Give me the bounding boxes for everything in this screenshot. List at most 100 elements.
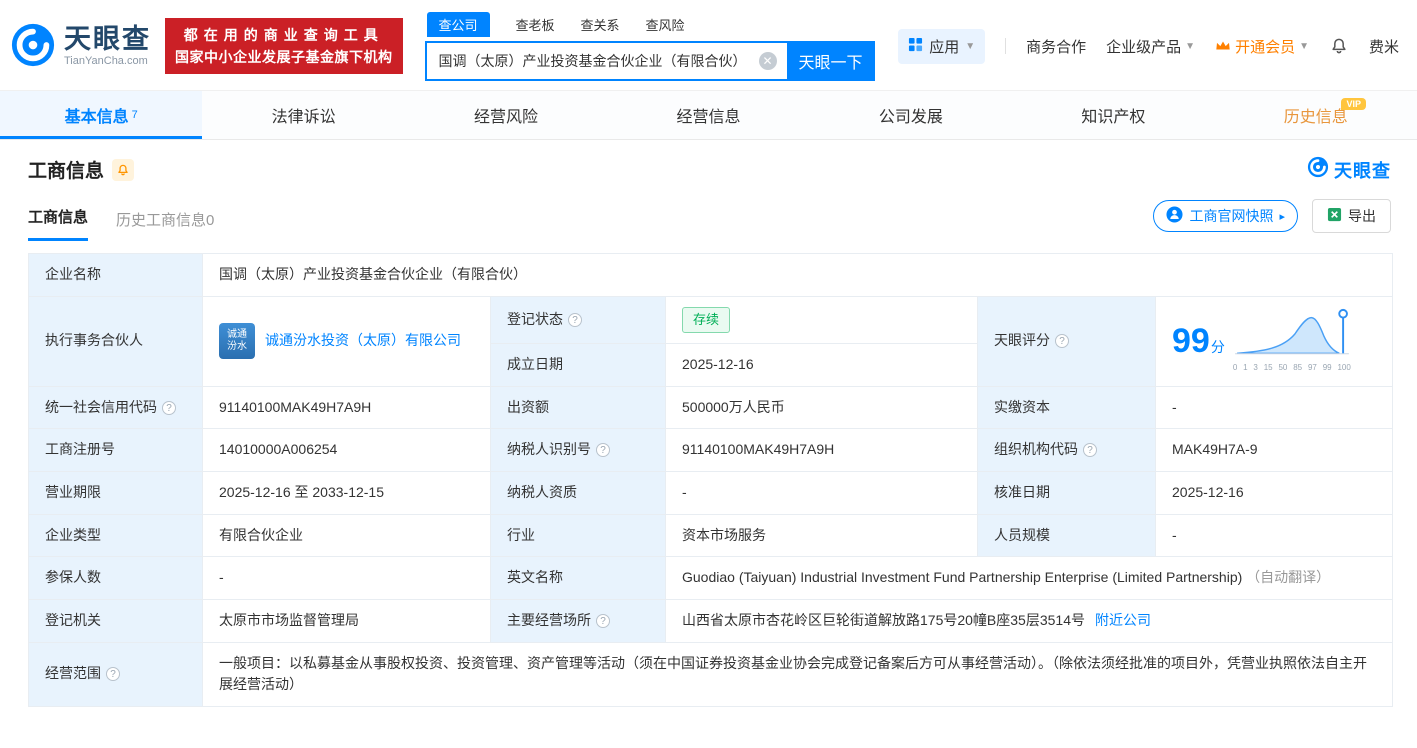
search-input[interactable] xyxy=(424,40,787,81)
subtab-business-info[interactable]: 工商信息 xyxy=(28,206,89,241)
promo-banner-line2: 国家中小企业发展子基金旗下机构 xyxy=(175,49,393,65)
subtab-history-business-info[interactable]: 历史工商信息0 xyxy=(116,209,214,241)
section-title: 工商信息 xyxy=(28,161,105,182)
help-icon[interactable]: ? xyxy=(106,667,120,682)
search-tab-boss[interactable]: 查老板 xyxy=(516,12,555,37)
help-icon[interactable]: ? xyxy=(596,443,610,458)
search-tabs: 查公司 查老板 查关系 查风险 xyxy=(426,11,875,37)
export-button[interactable]: 导出 xyxy=(1312,199,1391,233)
field-label-credit-code: 统一社会信用代码? xyxy=(28,385,203,430)
score-unit: 分 xyxy=(1210,338,1225,355)
field-value-english-name: Guodiao (Taiyuan) Industrial Investment … xyxy=(664,556,1394,600)
table-row: 营业期限 2025-12-16 至 2033-12-15 纳税人资质 - 核准日… xyxy=(28,470,1394,515)
help-icon[interactable]: ? xyxy=(162,400,176,415)
field-label-industry: 行业 xyxy=(490,513,666,558)
field-value-registration-authority: 太原市市场监督管理局 xyxy=(202,598,491,643)
person-circle-icon xyxy=(1166,206,1183,226)
field-value-executive-partner: 诚通 汾水 诚通汾水投资（太原）有限公司 xyxy=(202,295,491,387)
subtab-row: 工商信息 历史工商信息0 工商官网快照 ▸ 导出 xyxy=(0,183,1417,241)
field-label-taxpayer-qualification: 纳税人资质 xyxy=(490,470,666,515)
field-value-company-name: 国调（太原）产业投资基金合伙企业（有限合伙） xyxy=(201,253,1394,297)
table-row: 企业名称 国调（太原）产业投资基金合伙企业（有限合伙） xyxy=(28,253,1394,297)
tab-business-info-label: 经营信息 xyxy=(676,109,741,126)
field-value-approval-date: 2025-12-16 xyxy=(1154,470,1394,515)
main-nav: 基本信息 7 法律诉讼 经营风险 经营信息 公司发展 知识产权 历史信息 VIP xyxy=(0,90,1417,140)
status-badge: 存续 xyxy=(682,306,731,333)
field-value-insured-count: - xyxy=(202,556,491,600)
tianyancha-watermark-label: 天眼查 xyxy=(1334,160,1391,181)
site-header: 天眼查 TianYanCha.com 都在用的商业查询工具 国家中小企业发展子基… xyxy=(0,0,1417,90)
table-row: 统一社会信用代码? 91140100MAK49H7A9H 出资额 500000万… xyxy=(28,385,1394,430)
search-tab-risk[interactable]: 查风险 xyxy=(646,12,685,37)
official-snapshot-button[interactable]: 工商官网快照 ▸ xyxy=(1153,200,1298,232)
auto-translate-note: （自动翻译） xyxy=(1246,569,1331,586)
field-label-staff-size: 人员规模 xyxy=(977,513,1156,558)
field-label-org-code: 组织机构代码? xyxy=(977,428,1156,472)
tab-company-development[interactable]: 公司发展 xyxy=(810,91,1012,139)
tianyancha-logo[interactable]: 天眼查 TianYanCha.com xyxy=(10,22,151,71)
tab-basic-info[interactable]: 基本信息 7 xyxy=(0,91,203,139)
business-info-table: 企业名称 国调（太原）产业投资基金合伙企业（有限合伙） 执行事务合伙人 诚通 汾… xyxy=(28,253,1394,708)
field-value-business-address: 山西省太原市杏花岭区巨轮街道解放路175号20幢B座35层3514号 附近公司 xyxy=(664,598,1394,643)
tab-intellectual-property-label: 知识产权 xyxy=(1081,109,1146,126)
clear-icon[interactable]: ✕ xyxy=(758,51,777,70)
section-bell-icon[interactable] xyxy=(112,158,135,181)
field-value-industry: 资本市场服务 xyxy=(665,513,978,558)
menu-cooperation[interactable]: 商务合作 xyxy=(1026,36,1086,57)
menu-vip-label: 开通会员 xyxy=(1235,38,1296,56)
official-snapshot-label: 工商官网快照 xyxy=(1189,208,1274,224)
menu-user[interactable]: 费米 xyxy=(1369,36,1399,57)
field-label-executive-partner: 执行事务合伙人 xyxy=(28,295,203,387)
menu-cooperation-label: 商务合作 xyxy=(1026,38,1087,56)
excel-icon xyxy=(1327,207,1342,225)
tab-business-info[interactable]: 经营信息 xyxy=(607,91,809,139)
field-value-company-type: 有限合伙企业 xyxy=(202,513,491,558)
tab-legal[interactable]: 法律诉讼 xyxy=(202,91,404,139)
tab-history-info[interactable]: 历史信息 VIP xyxy=(1215,91,1417,139)
field-label-registration-status: 登记状态? xyxy=(490,295,666,344)
crown-icon xyxy=(1215,38,1231,55)
menu-enterprise[interactable]: 企业级产品 ▼ xyxy=(1106,36,1195,57)
field-value-paid-capital: - xyxy=(1154,385,1394,430)
help-icon[interactable]: ? xyxy=(568,312,582,327)
field-label-registration-authority: 登记机关 xyxy=(28,598,203,643)
menu-enterprise-label: 企业级产品 xyxy=(1106,38,1182,56)
field-value-taxpayer-qualification: - xyxy=(665,470,978,515)
field-label-business-scope: 经营范围? xyxy=(28,641,203,708)
help-icon[interactable]: ? xyxy=(596,613,610,628)
table-row: 登记机关 太原市市场监督管理局 主要经营场所? 山西省太原市杏花岭区巨轮街道解放… xyxy=(28,598,1394,643)
field-value-tianyan-score: 99分 0 1 3 15 50 85 97 99 100 xyxy=(1154,295,1394,387)
help-icon[interactable]: ? xyxy=(1055,334,1069,349)
field-value-capital: 500000万人民币 xyxy=(665,385,978,430)
apps-menu[interactable]: 应用 ▼ xyxy=(898,28,986,64)
search-area: 查公司 查老板 查关系 查风险 ✕ 天眼一下 xyxy=(424,11,875,81)
nearby-companies-link[interactable]: 附近公司 xyxy=(1095,612,1151,628)
tab-basic-info-label: 基本信息 xyxy=(64,109,129,126)
help-icon[interactable]: ? xyxy=(1083,443,1097,458)
menu-vip[interactable]: 开通会员 ▼ xyxy=(1215,36,1309,57)
field-value-business-scope: 一般项目：以私募基金从事股权投资、投资管理、资产管理等活动（须在中国证券投资基金… xyxy=(201,641,1394,708)
partner-company-link[interactable]: 诚通汾水投资（太原）有限公司 xyxy=(265,330,461,352)
table-row: 工商注册号 14010000A006254 纳税人识别号? 91140100MA… xyxy=(28,428,1394,472)
tab-intellectual-property[interactable]: 知识产权 xyxy=(1012,91,1214,139)
search-tab-relation[interactable]: 查关系 xyxy=(581,12,620,37)
tianyancha-watermark: 天眼查 xyxy=(1307,156,1391,183)
tab-legal-label: 法律诉讼 xyxy=(271,109,336,126)
field-label-approval-date: 核准日期 xyxy=(977,470,1156,515)
vip-badge: VIP xyxy=(1341,98,1366,110)
menu-divider xyxy=(1005,38,1007,54)
chevron-down-icon: ▼ xyxy=(1185,40,1196,52)
search-tab-company[interactable]: 查公司 xyxy=(426,11,490,37)
arrow-right-icon: ▸ xyxy=(1279,210,1285,223)
field-value-registration-number: 14010000A006254 xyxy=(202,428,491,472)
search-button[interactable]: 天眼一下 xyxy=(786,40,875,81)
tab-operation-risk-label: 经营风险 xyxy=(474,109,539,126)
field-value-establish-date: 2025-12-16 xyxy=(665,342,978,387)
field-label-company-name: 企业名称 xyxy=(28,253,203,297)
field-value-credit-code: 91140100MAK49H7A9H xyxy=(202,385,491,430)
field-label-paid-capital: 实缴资本 xyxy=(977,385,1156,430)
score-axis-ticks: 0 1 3 15 50 85 97 99 100 xyxy=(1232,363,1351,373)
notification-bell-icon[interactable] xyxy=(1329,36,1349,56)
apps-grid-icon xyxy=(908,37,923,56)
tab-operation-risk[interactable]: 经营风险 xyxy=(405,91,607,139)
